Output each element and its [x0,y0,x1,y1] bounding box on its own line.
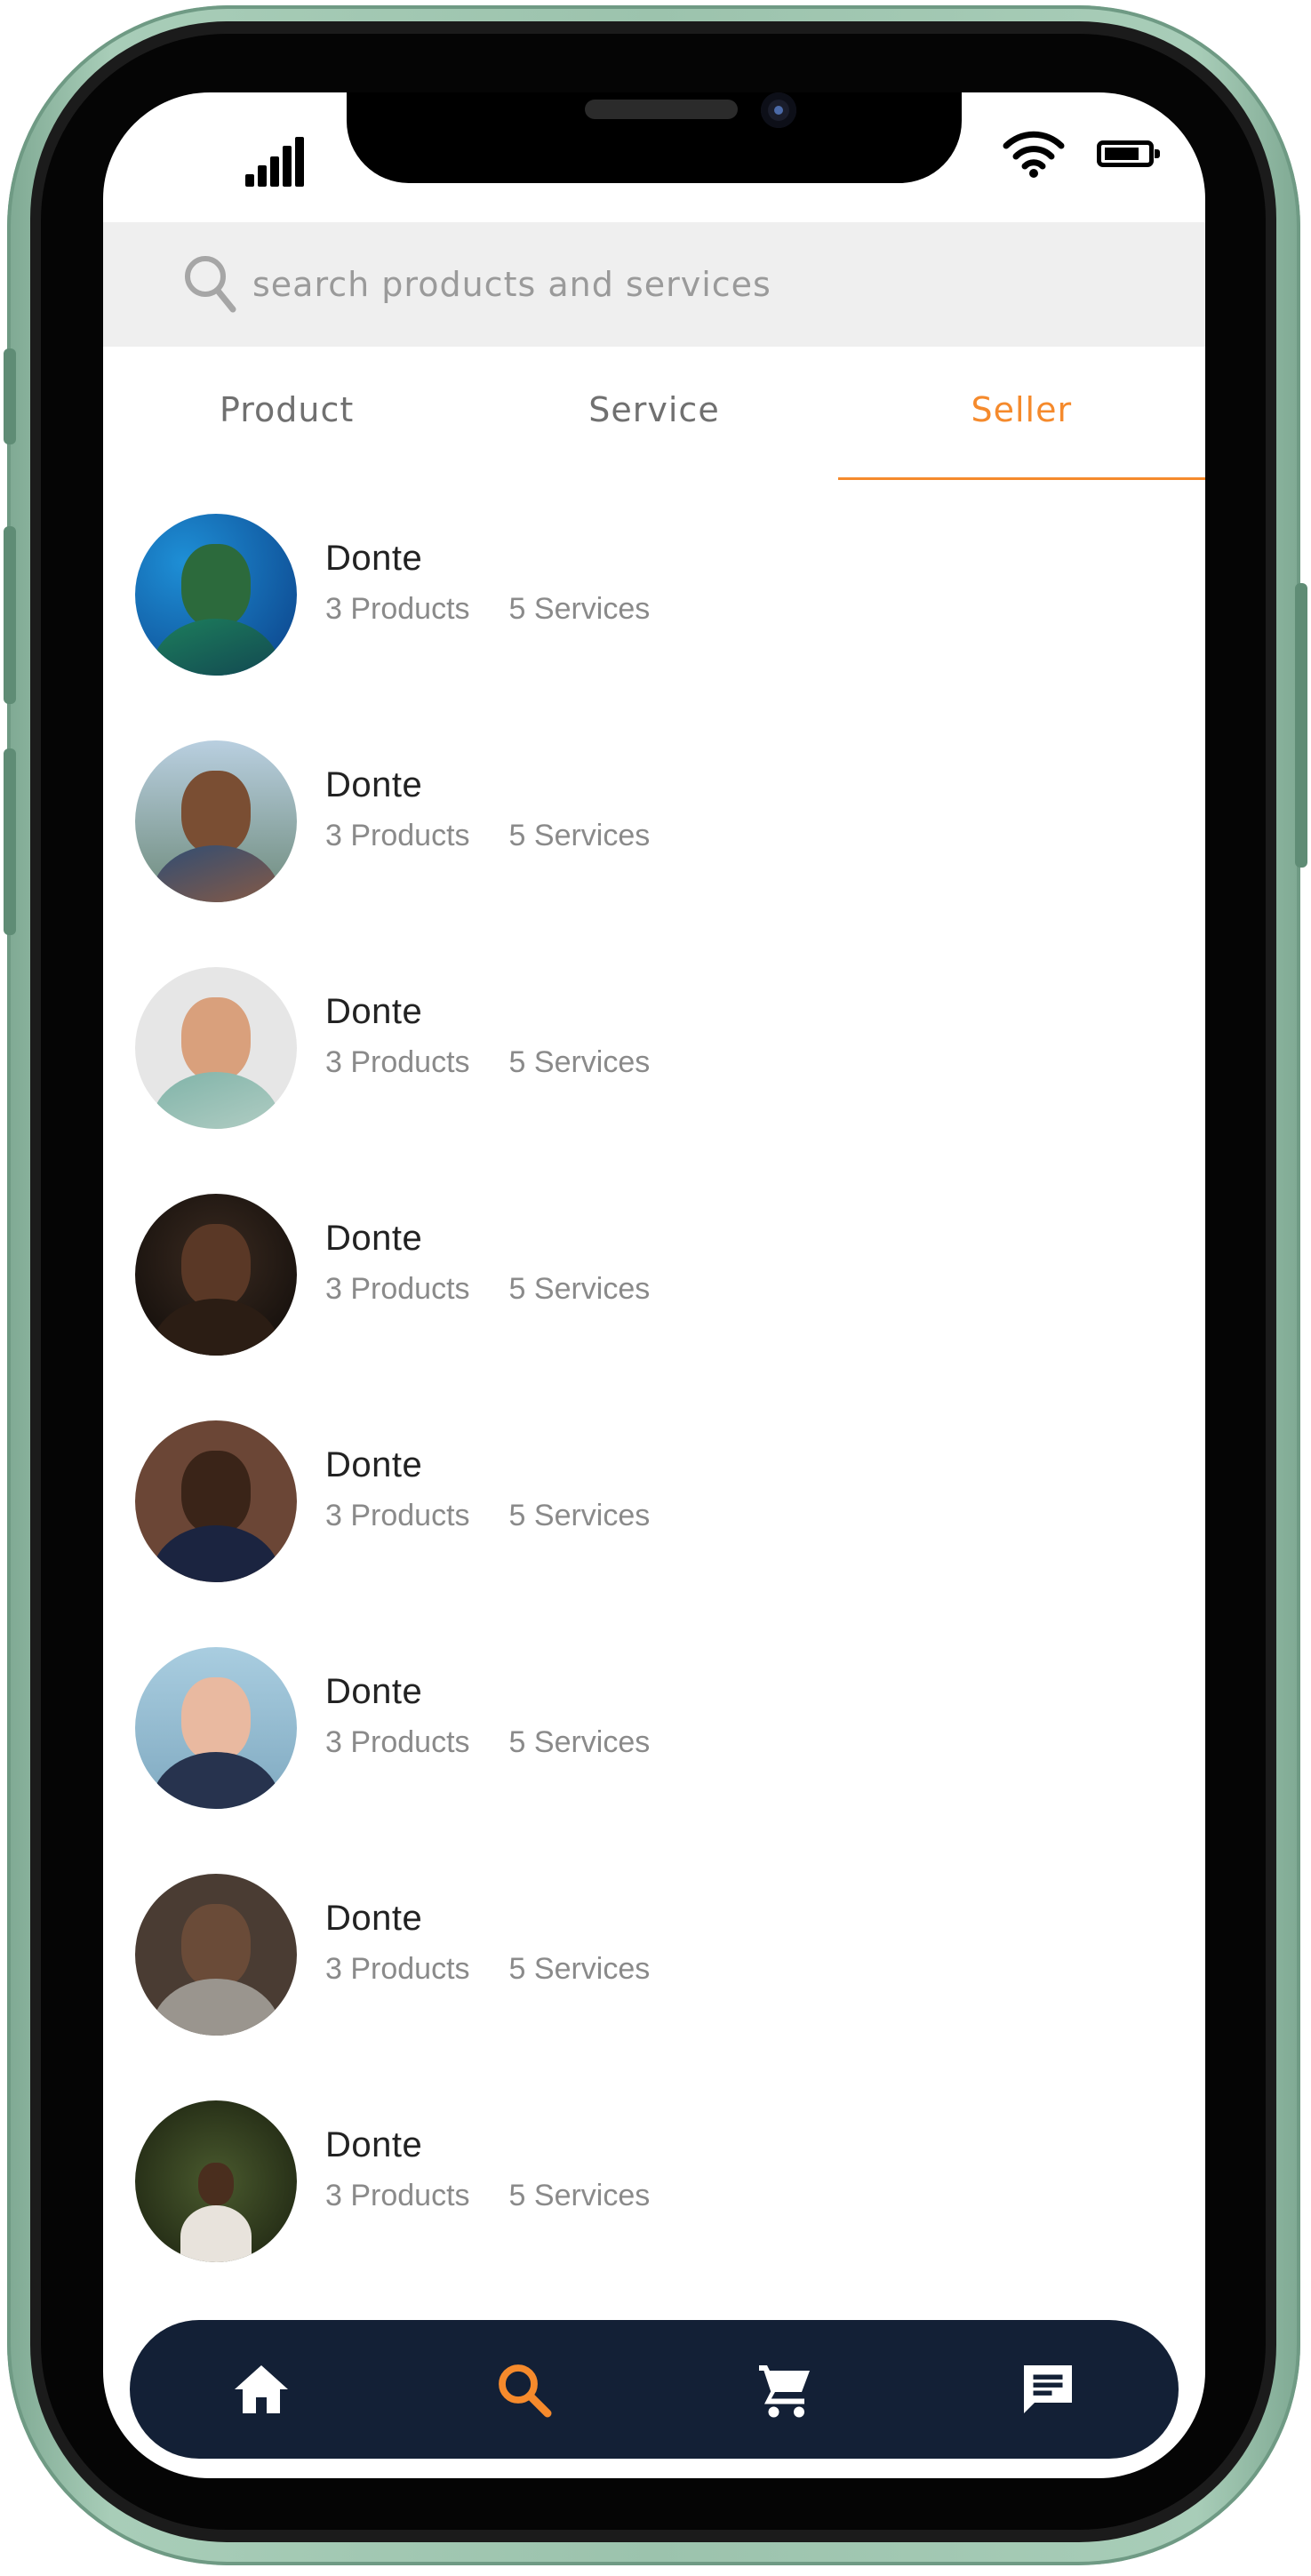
nav-chat[interactable] [916,2357,1179,2421]
avatar [135,1874,297,2036]
tab-bar: Product Service Seller [103,347,1205,480]
seller-row[interactable]: Donte 3 Products 5 Services [103,732,1205,958]
seller-row[interactable]: Donte 3 Products 5 Services [103,1865,1205,2092]
seller-services-count: 5 Services [508,1045,651,1079]
screen: Product Service Seller Donte 3 Products … [103,92,1205,2478]
seller-name: Donte [325,1672,423,1711]
wifi-icon [1003,131,1065,178]
search-input[interactable] [251,264,1054,305]
avatar [135,967,297,1129]
cart-icon [758,2365,810,2418]
seller-products-count: 3 Products [325,1952,470,1986]
tab-seller[interactable]: Seller [837,347,1205,480]
seller-row[interactable]: Donte 3 Products 5 Services [103,1638,1205,1865]
seller-services-count: 5 Services [508,819,651,852]
avatar [135,1420,297,1582]
seller-name: Donte [325,765,423,804]
seller-row[interactable]: Donte 3 Products 5 Services [103,1412,1205,1638]
seller-stats: 3 Products 5 Services [325,1272,650,1307]
speaker [585,100,738,119]
seller-services-count: 5 Services [508,592,651,626]
nav-home[interactable] [130,2357,392,2421]
nav-search[interactable] [392,2357,654,2421]
side-button [4,526,16,704]
seller-name: Donte [325,1899,423,1938]
seller-services-count: 5 Services [508,1272,651,1306]
side-button [4,348,16,444]
camera-icon [761,92,796,128]
seller-products-count: 3 Products [325,819,470,852]
seller-services-count: 5 Services [508,1952,651,1986]
seller-list: Donte 3 Products 5 Services Donte 3 Prod… [103,505,1205,2318]
avatar [135,2100,297,2262]
nav-cart[interactable] [654,2357,916,2421]
signal-icon [245,135,304,187]
seller-stats: 3 Products 5 Services [325,1952,650,1987]
seller-name: Donte [325,992,423,1031]
seller-stats: 3 Products 5 Services [325,1045,650,1080]
side-button [1295,583,1307,868]
seller-row[interactable]: Donte 3 Products 5 Services [103,958,1205,1185]
seller-products-count: 3 Products [325,1499,470,1532]
seller-row[interactable]: Donte 3 Products 5 Services [103,505,1205,732]
chat-icon [1023,2365,1072,2413]
home-icon [234,2365,288,2413]
seller-stats: 3 Products 5 Services [325,2179,650,2213]
seller-services-count: 5 Services [508,2179,651,2212]
seller-stats: 3 Products 5 Services [325,1725,650,1760]
bottom-nav [130,2320,1179,2459]
seller-products-count: 3 Products [325,1272,470,1306]
seller-name: Donte [325,539,423,578]
notch [347,92,962,183]
avatar [135,514,297,676]
avatar [135,1647,297,1809]
search-icon [185,256,236,313]
side-button [4,748,16,935]
seller-products-count: 3 Products [325,1045,470,1079]
seller-services-count: 5 Services [508,1725,651,1759]
search-bar[interactable] [103,222,1205,347]
seller-stats: 3 Products 5 Services [325,1499,650,1533]
battery-icon [1097,140,1160,167]
tab-service[interactable]: Service [470,347,837,480]
seller-products-count: 3 Products [325,1725,470,1759]
seller-products-count: 3 Products [325,2179,470,2212]
seller-stats: 3 Products 5 Services [325,819,650,853]
seller-name: Donte [325,1445,423,1484]
search-icon [498,2364,551,2418]
seller-services-count: 5 Services [508,1499,651,1532]
seller-row[interactable]: Donte 3 Products 5 Services [103,1185,1205,1412]
seller-row[interactable]: Donte 3 Products 5 Services [103,2092,1205,2318]
tab-product[interactable]: Product [103,347,470,480]
avatar [135,1194,297,1356]
seller-name: Donte [325,1219,423,1258]
seller-stats: 3 Products 5 Services [325,592,650,627]
seller-name: Donte [325,2125,423,2164]
avatar [135,740,297,902]
seller-products-count: 3 Products [325,592,470,626]
